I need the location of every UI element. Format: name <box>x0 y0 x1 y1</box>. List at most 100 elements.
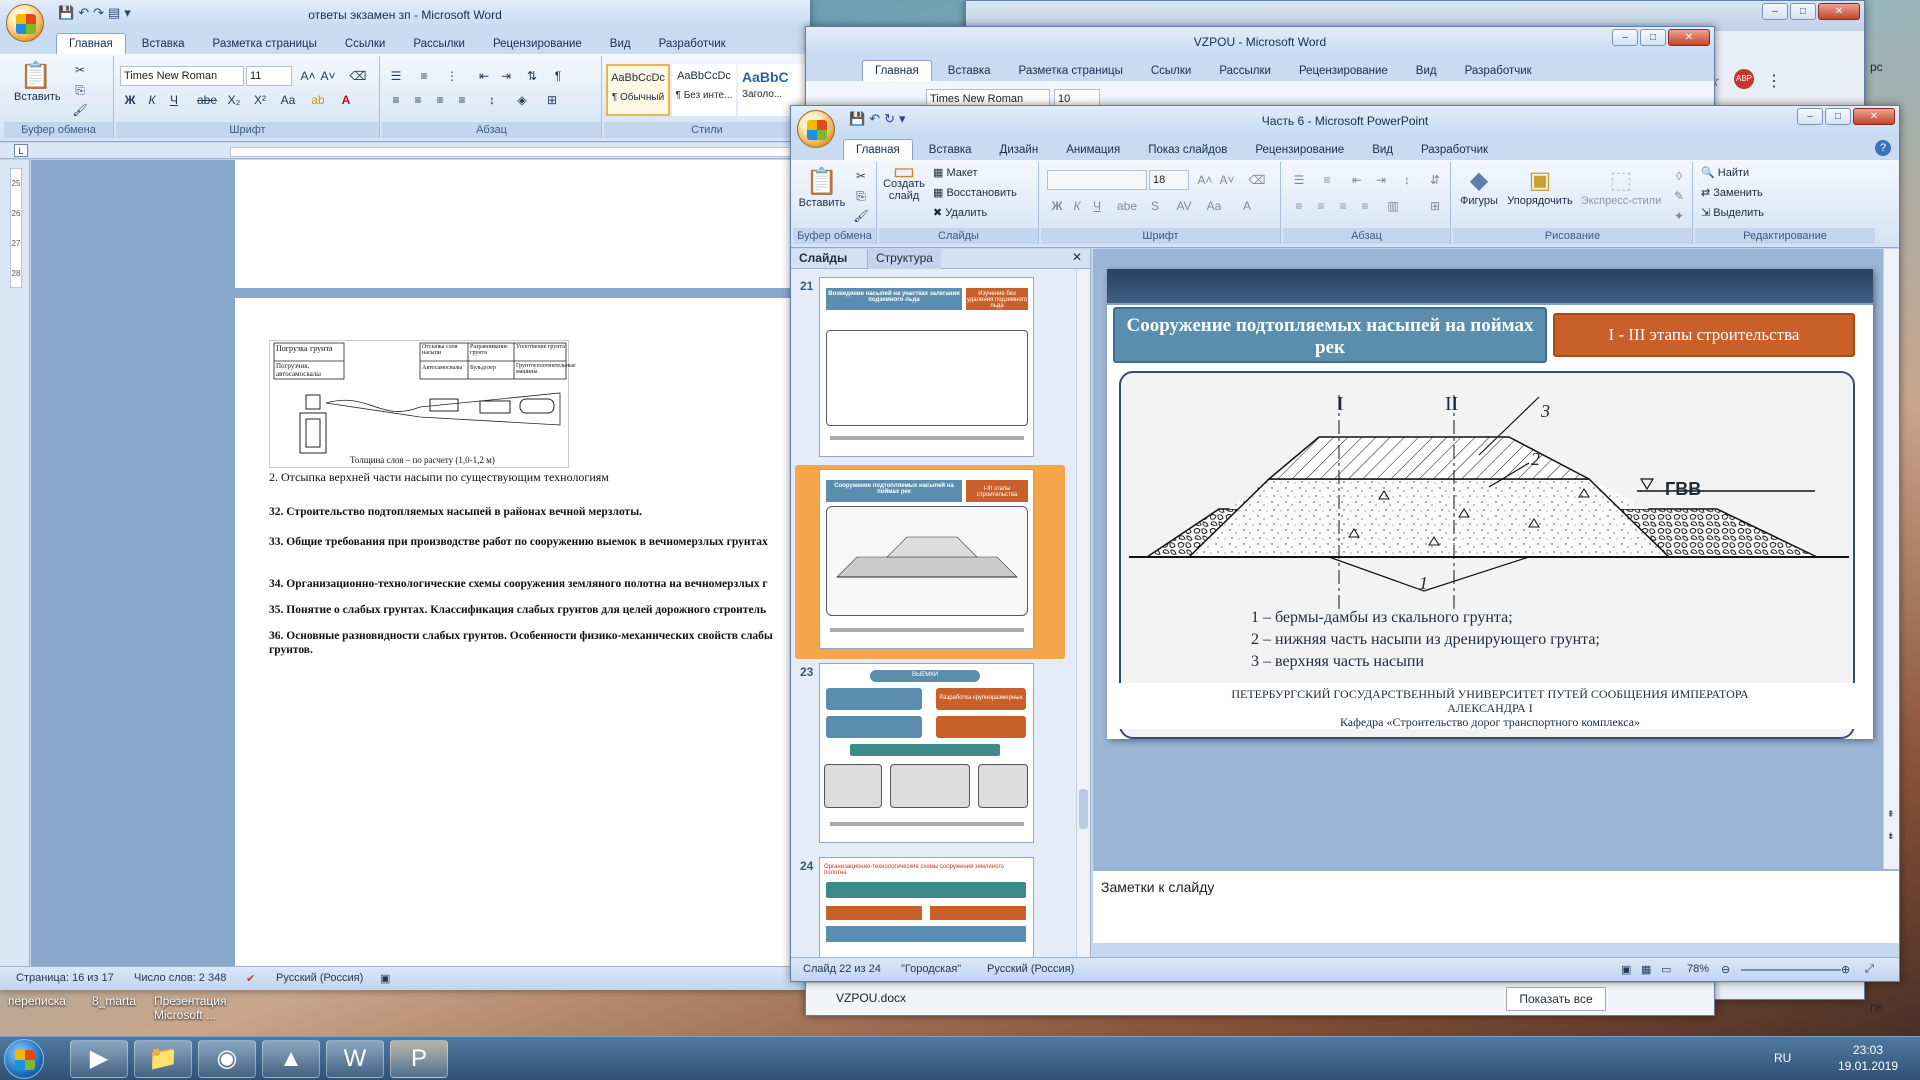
shapes-button[interactable]: ◆ Фигуры <box>1457 166 1501 207</box>
slide-scrollbar[interactable]: ⇞ ⇟ <box>1883 249 1899 869</box>
customize-qat-icon[interactable]: ▾ <box>124 5 131 21</box>
delete-button[interactable]: ✖ Удалить <box>933 206 987 219</box>
status-language[interactable]: Русский (Россия) <box>276 972 363 984</box>
office-button[interactable] <box>6 4 44 42</box>
columns-icon[interactable]: ▥ <box>1383 196 1403 216</box>
font-size-select[interactable]: 18 <box>1149 170 1189 190</box>
notes-pane[interactable]: Заметки к слайду <box>1093 869 1899 943</box>
grow-font-icon[interactable]: A˄ <box>298 66 318 86</box>
slide-thumbnail-23[interactable]: ВЫЕМКИ Разработка крупноразмерных <box>819 663 1034 843</box>
cut-icon[interactable]: ✂ <box>851 166 871 186</box>
align-right-icon[interactable]: ≡ <box>430 90 450 110</box>
help-icon[interactable]: ? <box>1875 140 1891 156</box>
tab-review[interactable]: Рецензирование <box>481 34 594 54</box>
reset-button[interactable]: ▦ Восстановить <box>933 186 1017 199</box>
justify-icon[interactable]: ≡ <box>452 90 472 110</box>
zoom-level[interactable]: 78% <box>1687 963 1709 975</box>
align-center-icon[interactable]: ≡ <box>1311 196 1331 216</box>
shape-fill-icon[interactable]: ◊ <box>1669 166 1689 186</box>
slide-canvas[interactable]: Сооружение подтопляемых насыпей на пойма… <box>1107 269 1873 739</box>
tab-home[interactable]: Главная <box>56 33 126 54</box>
start-button[interactable] <box>4 1039 44 1079</box>
style-normal[interactable]: AaBbCcDc ¶ Обычный <box>606 64 670 116</box>
paste-button[interactable]: 📋 Вставить <box>797 166 847 209</box>
fit-window-icon[interactable]: ⤢ <box>1865 963 1874 976</box>
tab-insert[interactable]: Вставка <box>917 140 984 160</box>
bold-button[interactable]: Ж <box>120 90 140 110</box>
tab-slideshow[interactable]: Показ слайдов <box>1136 140 1239 160</box>
close-panel-icon[interactable]: ✕ <box>1072 250 1082 264</box>
bold-icon[interactable]: Ж <box>1047 196 1067 216</box>
tab-mailings[interactable]: Рассылки <box>1207 61 1283 81</box>
undo-icon[interactable]: ↶ <box>78 5 89 21</box>
tab-developer[interactable]: Разработчик <box>1409 140 1500 160</box>
sorter-view-icon[interactable]: ▦ <box>1641 963 1651 976</box>
copy-icon[interactable]: ⎘ <box>851 186 871 206</box>
replace-button[interactable]: ⇄ Заменить <box>1701 186 1763 199</box>
tab-selector-icon[interactable]: L <box>14 144 28 157</box>
align-right-icon[interactable]: ≡ <box>1333 196 1353 216</box>
page-current[interactable]: Погрузка грунта Погрузчик, автосамосвалы… <box>235 298 810 990</box>
macro-record-icon[interactable]: ▣ <box>380 972 390 985</box>
explorer-icon[interactable]: 📁 <box>134 1040 192 1078</box>
align-center-icon[interactable]: ≡ <box>408 90 428 110</box>
show-all-button[interactable]: Показать все <box>1506 987 1606 1011</box>
underline-button[interactable]: Ч <box>164 90 184 110</box>
download-file[interactable]: VZPOU.docx <box>836 991 906 1005</box>
shrink-font-icon[interactable]: A˅ <box>1217 170 1237 190</box>
slide-badge[interactable]: I - III этапы строительства <box>1553 313 1855 357</box>
smartart-icon[interactable]: ⊞ <box>1425 196 1445 216</box>
sort-icon[interactable]: ⇅ <box>522 66 542 86</box>
next-slide-icon[interactable]: ⇟ <box>1887 831 1895 842</box>
spacing-icon[interactable]: AV <box>1171 196 1197 216</box>
shadow-icon[interactable]: S <box>1145 196 1165 216</box>
save-icon[interactable]: 💾 <box>58 5 74 21</box>
paste-button[interactable]: 📋 Вставить <box>14 60 61 103</box>
desktop-item-presentation[interactable]: Презентация Microsoft ... <box>154 994 227 1022</box>
decrease-indent-icon[interactable]: ⇤ <box>474 66 494 86</box>
tab-references[interactable]: Ссылки <box>1139 61 1204 81</box>
thumbnail-scrollbar[interactable] <box>1076 269 1090 967</box>
maximize-button[interactable]: □ <box>1790 3 1816 20</box>
status-words[interactable]: Число слов: 2 348 <box>134 972 226 984</box>
text-direction-icon[interactable]: ⇵ <box>1425 170 1445 190</box>
minimize-button[interactable]: – <box>1762 3 1788 20</box>
scrollbar-thumb[interactable] <box>1079 789 1088 829</box>
format-painter-icon[interactable]: 🖌 <box>851 206 871 226</box>
close-button[interactable]: ✕ <box>1818 3 1860 20</box>
tab-references[interactable]: Ссылки <box>333 34 398 54</box>
grow-font-icon[interactable]: A˄ <box>1195 170 1215 190</box>
tab-page-layout[interactable]: Разметка страницы <box>1007 61 1135 81</box>
acrobat-icon[interactable]: ▲ <box>262 1040 320 1078</box>
zoom-in-icon[interactable]: ⊕ <box>1841 963 1850 976</box>
bullets-icon[interactable]: ☰ <box>386 66 406 86</box>
multilevel-list-icon[interactable]: ⋮ <box>442 66 462 86</box>
change-case-button[interactable]: Aa <box>276 90 300 110</box>
tab-view[interactable]: Вид <box>1360 140 1405 160</box>
align-left-icon[interactable]: ≡ <box>1289 196 1309 216</box>
chrome-icon[interactable]: ◉ <box>198 1040 256 1078</box>
bullets-icon[interactable]: ☰ <box>1289 170 1309 190</box>
powerpoint-taskbar-icon[interactable]: P <box>390 1040 448 1078</box>
strikethrough-button[interactable]: abe <box>194 90 220 110</box>
borders-icon[interactable]: ⊞ <box>542 90 562 110</box>
tab-home[interactable]: Главная <box>843 139 913 160</box>
tab-developer[interactable]: Разработчик <box>647 34 738 54</box>
clear-format-icon[interactable]: ⌫ <box>1247 170 1267 190</box>
tab-review[interactable]: Рецензирование <box>1243 140 1356 160</box>
arrange-button[interactable]: ▣ Упорядочить <box>1503 166 1577 207</box>
clear-format-icon[interactable]: ⌫ <box>348 66 368 86</box>
menu-icon[interactable]: ⋮ <box>1766 71 1782 91</box>
subscript-button[interactable]: X₂ <box>222 90 246 110</box>
select-button[interactable]: ⇲ Выделить <box>1701 206 1764 219</box>
align-left-icon[interactable]: ≡ <box>386 90 406 110</box>
font-name-select[interactable]: Times New Roman <box>120 66 244 86</box>
new-slide-button[interactable]: ▭ Создать слайд <box>881 160 927 203</box>
word-taskbar-icon[interactable]: W <box>326 1040 384 1078</box>
zoom-out-icon[interactable]: ⊖ <box>1721 963 1730 976</box>
zoom-slider[interactable] <box>1741 969 1841 971</box>
media-player-icon[interactable]: ▶ <box>70 1040 128 1078</box>
maximize-button[interactable]: □ <box>1825 108 1851 125</box>
office-button[interactable] <box>797 110 835 148</box>
numbering-icon[interactable]: ≡ <box>1317 170 1337 190</box>
